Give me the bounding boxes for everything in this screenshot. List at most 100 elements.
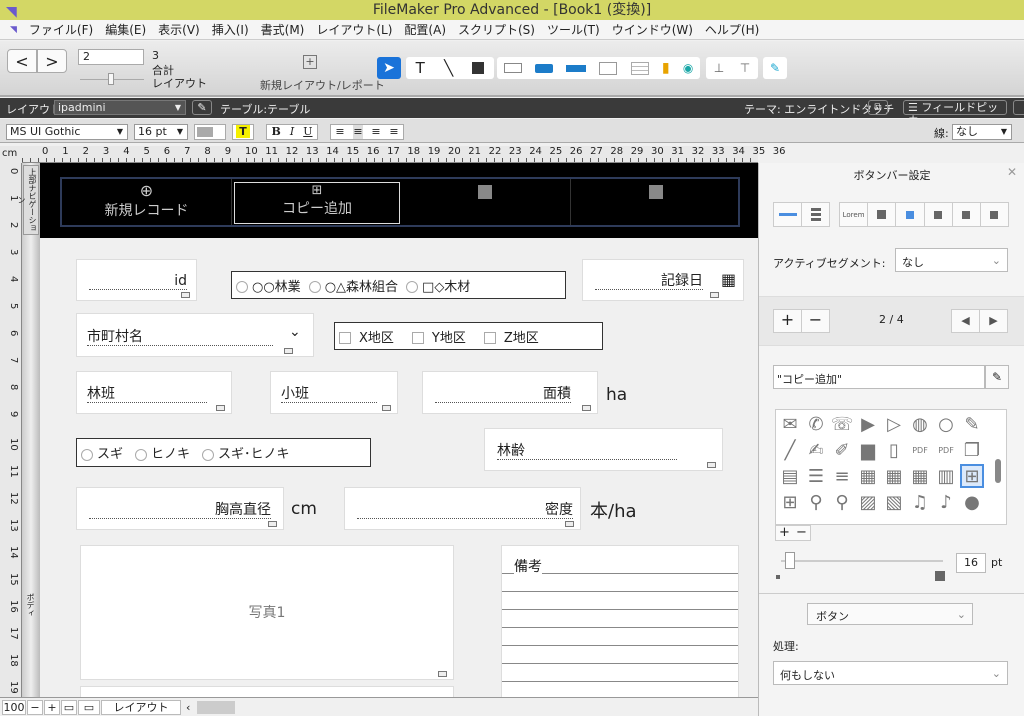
close-icon[interactable]: ✕ [1007,165,1017,179]
field-photo[interactable]: 写真1 [80,545,454,680]
pdf-outline-icon[interactable]: PDF [934,438,958,462]
button-tool-icon[interactable] [534,63,553,73]
new-layout-icon[interactable]: + [303,55,317,69]
menu-insert[interactable]: 挿入(I) [212,21,249,38]
new-layout-button[interactable]: 新規レイアウト/レポート [260,77,385,93]
text-tool-icon[interactable]: T [416,59,425,77]
copy-icon[interactable]: ❐ [960,438,984,462]
icon-size-slider-thumb[interactable] [785,552,795,569]
add-icon-button[interactable]: + [776,526,793,540]
text-color-picker[interactable] [194,124,226,140]
icon-right-option[interactable] [981,203,1008,226]
insert-part-icon[interactable]: ⊥ [714,61,724,75]
change-theme-button[interactable]: ⧉ [868,100,888,115]
field-record-date[interactable]: 記録日 ▦ [582,259,744,301]
menu-layouts[interactable]: レイアウト(L) [316,21,392,38]
newspaper-icon[interactable]: ▤ [778,464,802,488]
field-photo-2[interactable] [80,686,454,697]
label-only-option[interactable]: Lorem [840,203,869,226]
vertical-icon[interactable] [802,203,829,226]
segment-3[interactable] [401,179,571,225]
calendar-icon[interactable]: ▦ [721,270,736,289]
align-right-icon[interactable]: ≡ [371,125,380,139]
edit-outline-icon[interactable]: ✐ [830,438,854,462]
web-viewer-tool-icon[interactable]: ◉ [683,61,693,75]
owner-radio-group[interactable]: ○○林業 ○△森林組合 □◇木材 [231,271,566,299]
menu-file[interactable]: ファイル(F) [29,21,93,38]
segment-4[interactable] [572,179,740,225]
field-picker-button[interactable]: ☰ フィールドピッカー [903,100,1007,127]
active-segment-select[interactable]: なし ⌄ [895,248,1008,272]
field-age[interactable]: 林齢 [484,428,723,471]
pointer-tool[interactable]: ➤ [377,57,401,79]
underline-button[interactable]: U [303,125,312,139]
segment-label-input[interactable]: "コピー追加" [773,365,985,389]
radio-option[interactable]: スギ [81,443,123,462]
radio-option[interactable]: ヒノキ [135,443,190,462]
align-left-icon[interactable]: ≡ [335,125,344,139]
globe-icon[interactable]: ◍ [908,412,932,436]
menu-tools[interactable]: ツール(T) [547,21,600,38]
document-outline-icon[interactable]: ▯ [882,438,906,462]
bold-button[interactable]: B [272,125,281,139]
checkbox-option[interactable]: X地区 [339,327,394,346]
globe-outline-icon[interactable]: ○ [934,412,958,436]
segment-duplicate-record[interactable]: ⊞ コピー追加 [234,182,400,224]
manage-layouts-button[interactable]: ✎ [192,100,212,115]
icon-only-option[interactable] [868,203,897,226]
search-icon[interactable]: ⚲ [804,490,828,514]
zoom-in-button[interactable]: + [44,700,60,715]
field-tool-icon[interactable] [503,63,522,73]
list-outline-icon[interactable]: ≡ [830,464,854,488]
menu-scripts[interactable]: スクリプト(S) [458,21,535,38]
envelope-icon[interactable]: ✉ [778,412,802,436]
district-checkbox-group[interactable]: X地区 Y地区 Z地区 [334,322,603,350]
zoom-level[interactable]: 100 [2,700,26,715]
toggle-toolbar-button[interactable]: ▭ [61,700,77,715]
layout-number-input[interactable]: 2 [78,49,144,65]
microphone-icon[interactable]: ● [960,490,984,514]
segment-type-select[interactable]: ボタン ⌄ [807,603,973,625]
plus-square-icon[interactable]: ⊞ [778,490,802,514]
toggle-status-button[interactable]: ▭ [78,700,100,715]
size-select[interactable]: 16 pt ▼ [134,124,188,140]
image-icon[interactable]: ▨ [856,490,880,514]
species-radio-group[interactable]: スギ ヒノキ スギ･ヒノキ [76,438,371,467]
phone-outline-icon[interactable]: ☏ [830,412,854,436]
document-icon[interactable]: ▆ [856,438,880,462]
copy-plus-icon[interactable]: ⊞ [960,464,984,488]
icon-left-option[interactable] [953,203,981,226]
scroll-left-icon[interactable]: ‹ [186,701,190,714]
edit-icon[interactable]: ✍ [804,438,828,462]
part-label-body[interactable]: ボディ [25,593,36,617]
field-dbh[interactable]: 胸高直径 [76,487,284,530]
icon-bottom-option[interactable] [925,203,953,226]
icon-size-slider[interactable] [781,560,943,562]
icon-picker-scrollbar[interactable] [995,459,1001,483]
inspector-toggle-button[interactable] [1013,100,1024,115]
music-icon[interactable]: ♫ [908,490,932,514]
video-icon[interactable]: ▶ [856,412,880,436]
field-rinpan[interactable]: 林班 [76,371,232,414]
previous-segment-button[interactable]: ◀ [952,310,980,332]
format-painter-button[interactable]: ✎ [763,57,787,79]
button-bar[interactable]: ⊕ 新規レコード ⊞ コピー追加 [60,177,740,227]
remove-segment-button[interactable]: − [802,310,829,332]
italic-button[interactable]: I [290,125,294,139]
line-select[interactable]: なし ▼ [952,124,1012,140]
tab-control-tool-icon[interactable] [599,61,618,75]
chart-tool-icon[interactable]: ▮ [662,60,670,76]
button-bar-tool-icon[interactable] [566,64,587,72]
field-density[interactable]: 密度 [344,487,581,530]
pdf-icon[interactable]: PDF [908,438,932,462]
menu-help[interactable]: ヘルプ(H) [705,21,759,38]
shape-tool-icon[interactable] [472,62,485,74]
mode-popup[interactable]: レイアウト [101,700,181,715]
highlight-button[interactable]: T [232,124,254,140]
field-municipality[interactable]: 市町村名 ⌄ [76,313,314,357]
video-outline-icon[interactable]: ▷ [882,412,906,436]
align-center-icon[interactable]: ≡ [353,125,363,139]
horizontal-scrollbar-thumb[interactable] [197,701,235,714]
icon-picker[interactable]: ✉ ✆ ☏ ▶ ▷ ◍ ○ ✎ ╱ ✍ ✐ ▆ ▯ PDF PDF ❐ ▤ ☰ ≡ ▦ ▦ ▦ ▥ ⊞ ⊞ ⚲ ⚲ ▨ ▧ ♫ ♪ ● [775,409,1007,525]
zoom-out-button[interactable]: − [27,700,43,715]
